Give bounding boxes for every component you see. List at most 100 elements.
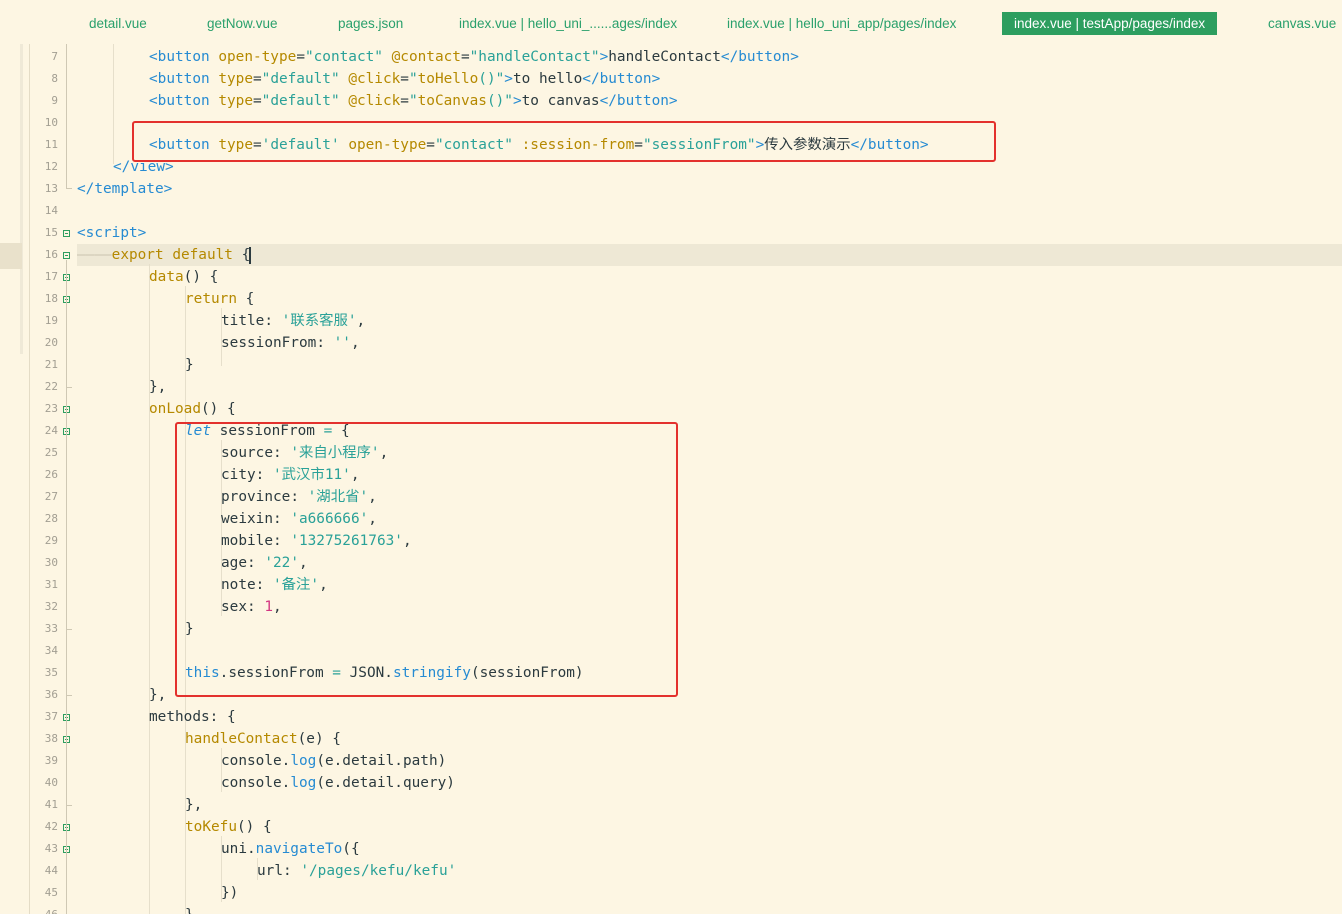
tab-index-vue-hello-uni-short[interactable]: index.vue | hello_uni_......ages/index (459, 12, 677, 35)
code-line: sex: 1, (221, 599, 282, 615)
line-number: 26 (44, 468, 58, 481)
line-number: 27 (44, 490, 58, 503)
line-number: 15 (44, 226, 58, 239)
line-number-gutter: 7 8 9 10 11 12 13 14 15 16 17 18 19 20 21 22 23 24 25 26 27 2… (22, 44, 77, 914)
fold-end (66, 695, 72, 696)
line-number: 12 (44, 160, 58, 173)
code-line: onLoad() { (149, 401, 236, 417)
code-line: let sessionFrom = { (185, 423, 350, 439)
fold-line (66, 260, 67, 914)
current-line-highlight (77, 244, 1342, 266)
current-line-marker (0, 243, 22, 269)
code-line: } (185, 357, 194, 373)
fold-end (66, 387, 72, 388)
tab-bar: detail.vue getNow.vue pages.json index.v… (0, 0, 1342, 44)
code-line: </template> (77, 181, 173, 197)
tab-canvas-vue[interactable]: canvas.vue (1268, 12, 1336, 35)
line-number: 34 (44, 644, 58, 657)
line-number: 16 (44, 248, 58, 261)
code-line: title: '联系客服', (221, 313, 366, 329)
code-line: }, (149, 687, 167, 703)
code-line: console.log(e.detail.path) (221, 753, 447, 769)
editor-window: detail.vue getNow.vue pages.json index.v… (0, 0, 1342, 914)
line-number: 44 (44, 864, 58, 877)
line-number: 9 (51, 94, 58, 107)
line-number: 45 (44, 886, 58, 899)
code-line: return { (185, 291, 255, 307)
line-number: 41 (44, 798, 58, 811)
line-number: 18 (44, 292, 58, 305)
line-number: 10 (44, 116, 58, 129)
minimap-strip (0, 44, 23, 914)
indent-guide (113, 44, 114, 164)
code-line: } (185, 904, 194, 914)
fold-end (66, 629, 72, 630)
line-number: 24 (44, 424, 58, 437)
line-number: 19 (44, 314, 58, 327)
code-line: </view> (113, 159, 174, 175)
text-cursor (249, 246, 252, 264)
line-number: 30 (44, 556, 58, 569)
line-number: 25 (44, 446, 58, 459)
code-line: handleContact(e) { (185, 731, 341, 747)
code-line: <script> (77, 225, 147, 241)
code-area[interactable]: <button open-type="contact" @contact="ha… (77, 44, 1342, 914)
fold-toggle-icon[interactable] (63, 230, 70, 237)
line-number: 28 (44, 512, 58, 525)
line-number: 36 (44, 688, 58, 701)
line-number: 8 (51, 72, 58, 85)
code-line-current: ――――export default { (77, 246, 252, 264)
code-line: }, (149, 379, 167, 395)
code-line: url: '/pages/kefu/kefu' (257, 863, 457, 879)
code-editor[interactable]: 7 8 9 10 11 12 13 14 15 16 17 18 19 20 21 22 23 24 25 26 27 2… (0, 44, 1342, 914)
code-line: } (185, 621, 194, 637)
line-number: 17 (44, 270, 58, 283)
line-number: 42 (44, 820, 58, 833)
fold-end (66, 805, 72, 806)
indent-guide (149, 264, 150, 914)
code-line: toKefu() { (185, 819, 272, 835)
code-line: <button open-type="contact" @contact="ha… (149, 49, 799, 65)
line-number: 37 (44, 710, 58, 723)
tab-getnow-vue[interactable]: getNow.vue (207, 12, 278, 35)
code-line: province: '湖北省', (221, 489, 377, 505)
line-number: 31 (44, 578, 58, 591)
code-line: sessionFrom: '', (221, 335, 360, 351)
tab-index-vue-testapp-active[interactable]: index.vue | testApp/pages/index (1002, 12, 1218, 35)
code-line: this.sessionFrom = JSON.stringify(sessio… (185, 665, 584, 681)
tab-index-vue-hello-uni-app[interactable]: index.vue | hello_uni_app/pages/index (727, 12, 956, 35)
code-line: }, (185, 797, 203, 813)
code-line: <button type='default' open-type="contac… (149, 137, 929, 153)
line-number: 13 (44, 182, 58, 195)
code-line: console.log(e.detail.query) (221, 775, 455, 791)
line-number: 7 (51, 50, 58, 63)
tab-pages-json[interactable]: pages.json (338, 12, 403, 35)
code-line: uni.navigateTo({ (221, 841, 360, 857)
code-line: <button type="default" @click="toHello()… (149, 71, 661, 87)
fold-toggle-icon[interactable] (63, 252, 70, 259)
tab-detail-vue[interactable]: detail.vue (89, 12, 147, 35)
code-line: <button type="default" @click="toCanvas(… (149, 93, 678, 109)
line-number: 32 (44, 600, 58, 613)
code-line: mobile: '13275261763', (221, 533, 412, 549)
line-number: 22 (44, 380, 58, 393)
line-number: 38 (44, 732, 58, 745)
line-number: 23 (44, 402, 58, 415)
code-line: weixin: 'a666666', (221, 511, 377, 527)
line-number: 29 (44, 534, 58, 547)
line-number: 20 (44, 336, 58, 349)
code-line: methods: { (149, 709, 236, 725)
line-number: 40 (44, 776, 58, 789)
line-number: 39 (44, 754, 58, 767)
code-line: city: '武汉市11', (221, 467, 360, 483)
code-line: source: '来自小程序', (221, 445, 389, 461)
code-line: note: '备注', (221, 577, 328, 593)
line-number: 46 (22, 904, 58, 914)
fold-end (66, 188, 72, 189)
fold-line (66, 44, 67, 188)
line-number: 33 (44, 622, 58, 635)
line-number: 11 (44, 138, 58, 151)
code-line: data() { (149, 269, 219, 285)
line-number: 14 (44, 204, 58, 217)
line-number: 35 (44, 666, 58, 679)
